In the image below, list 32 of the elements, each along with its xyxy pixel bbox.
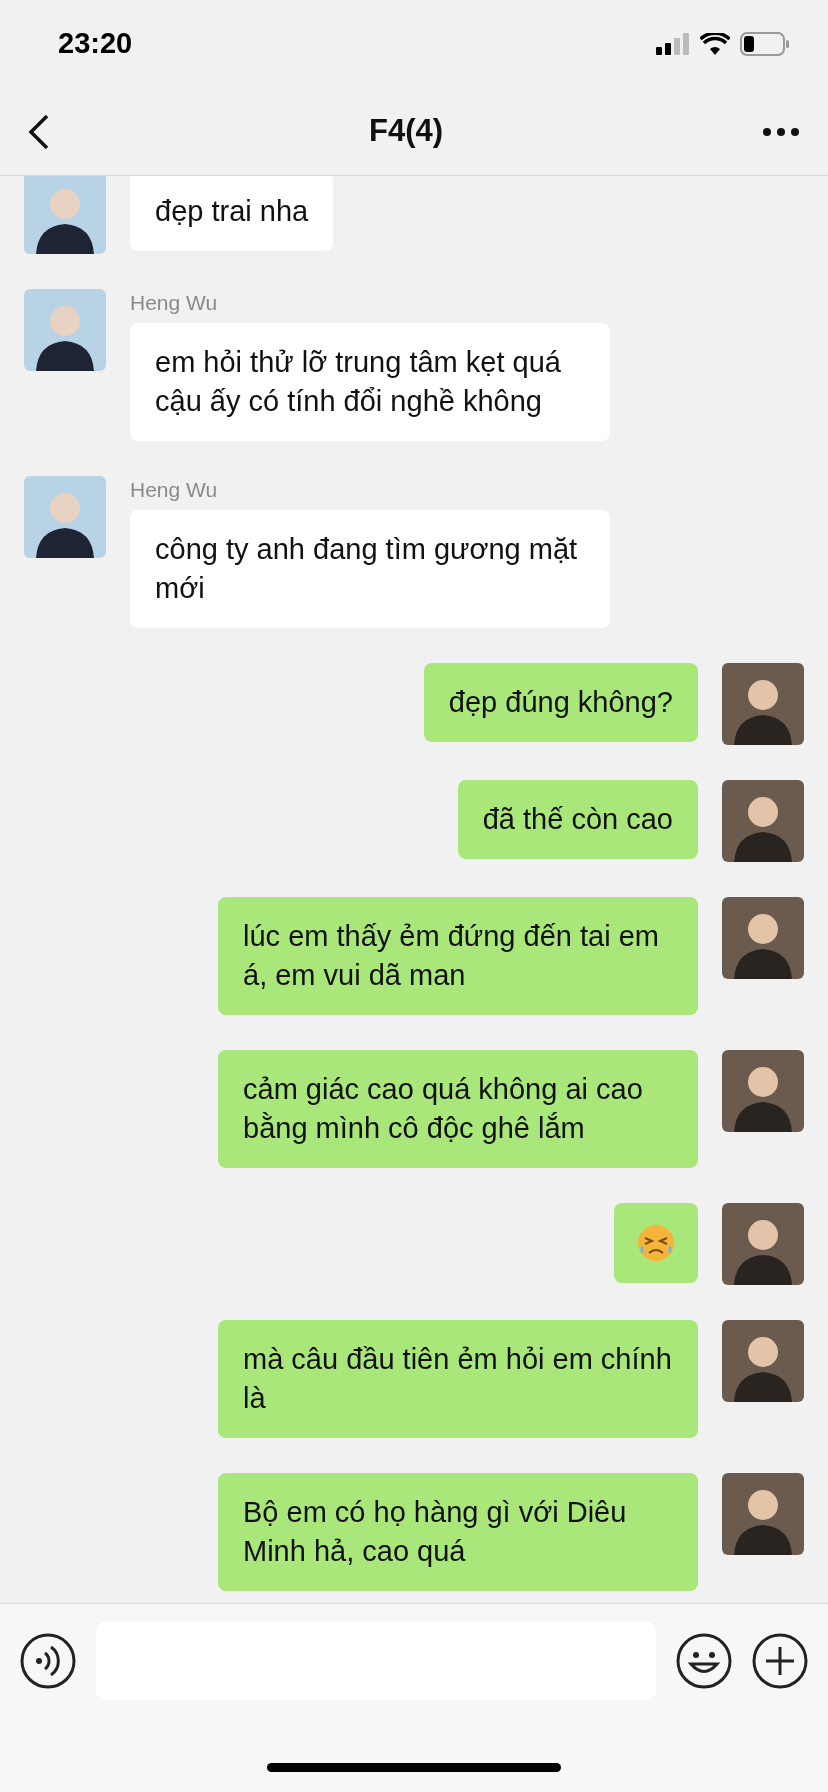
avatar[interactable] [722,897,804,979]
plus-icon[interactable] [752,1633,808,1689]
sender-name: Heng Wu [130,477,218,503]
message-bubble: đẹp trai nha [130,176,334,251]
status-time: 23:20 [58,26,133,62]
message-bubble: lúc em thấy ẻm đứng đến tai em á, em vui dã man [218,897,698,1015]
avatar[interactable] [24,176,106,254]
signal-icon [656,33,690,55]
message-bubble: em hỏi thử lỡ trung tâm kẹt quá cậu ấy có tính đổi nghề không [130,323,610,441]
message-bubble: công ty anh đang tìm gương mặt mới [130,510,610,628]
avatar[interactable] [722,663,804,745]
message-bubble: mà câu đầu tiên ẻm hỏi em chính là [218,1320,698,1438]
message-bubble: Bộ em có họ hàng gì với Diêu Minh hả, cao quá [218,1473,698,1591]
message-bubble: đã thế còn cao [457,780,698,859]
back-icon[interactable] [28,113,50,150]
battery-icon [740,32,790,56]
emoji-icon[interactable] [676,1633,732,1689]
avatar[interactable] [722,1050,804,1132]
more-icon[interactable] [762,126,800,137]
avatar[interactable] [722,1473,804,1555]
chat-title: F4(4) [368,112,444,151]
message-bubble: cảm giác cao quá không ai cao bằng mình cô độc ghê lắm [218,1050,698,1168]
sender-name: Heng Wu [130,290,218,316]
wifi-icon [700,33,730,55]
avatar[interactable] [24,289,106,371]
avatar[interactable] [722,1320,804,1402]
crying-face-icon [636,1223,676,1263]
avatar[interactable] [722,1203,804,1285]
avatar[interactable] [722,780,804,862]
voice-icon[interactable] [20,1633,76,1689]
message-bubble: đẹp đúng không? [423,663,698,742]
avatar[interactable] [24,476,106,558]
